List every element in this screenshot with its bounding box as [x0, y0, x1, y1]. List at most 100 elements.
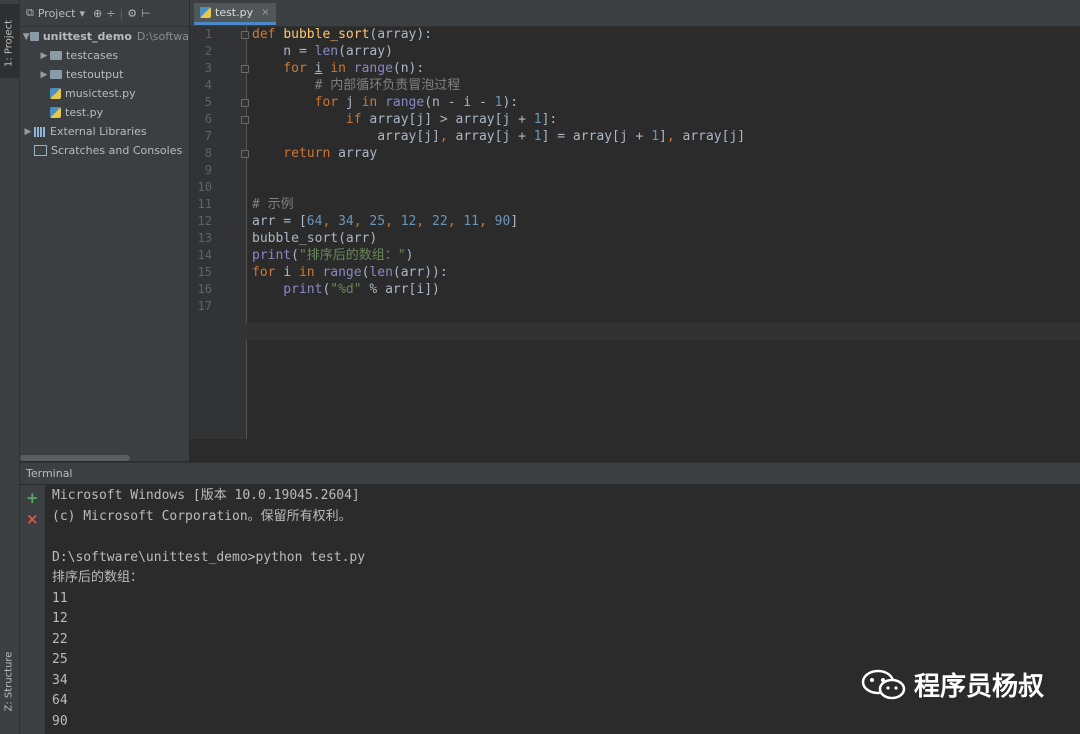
tree-item-external-libraries[interactable]: ▶ External Libraries — [20, 122, 189, 141]
terminal-line: D:\software\unittest_demo>python test.py — [52, 549, 366, 565]
tree-item-unittest-demo[interactable]: ▼ unittest_demo D:\softwa — [20, 27, 189, 46]
code-token: ] — [659, 129, 667, 144]
tree-item-testcases[interactable]: ▶ testcases — [20, 46, 189, 65]
close-icon[interactable]: × — [261, 7, 269, 18]
folder-icon — [30, 32, 39, 41]
project-panel: ⧉ Project ▾ ⊕ ÷ | ⚙ ⊢ ▼ unittest_demo D:\s… — [20, 0, 190, 461]
code-line[interactable]: # 内部循环负责冒泡过程 — [252, 77, 461, 94]
tab-test-py[interactable]: test.py × — [194, 3, 276, 25]
line-number: 6 — [204, 112, 212, 126]
collapse-icon[interactable]: ÷ — [106, 7, 115, 20]
project-tool-tab[interactable]: 1: Project — [0, 4, 19, 78]
line-number: 3 — [204, 61, 212, 75]
tree-item-scratches-and-consoles[interactable]: Scratches and Consoles — [20, 141, 189, 160]
toolbar-divider: | — [119, 6, 124, 20]
code-line[interactable]: for j in range(n - i - 1): — [252, 94, 519, 111]
code-token: "排序后的数组：" — [298, 248, 406, 263]
line-number: 5 — [204, 95, 212, 109]
terminal-line: 64 — [52, 693, 68, 708]
tree-item-label: unittest_demo — [42, 30, 132, 43]
code-line[interactable]: n = len(array) — [252, 43, 393, 60]
line-number: 8 — [204, 146, 212, 160]
tree-item-test-py[interactable]: test.py — [20, 103, 189, 122]
collapse-arrow-icon[interactable]: ▶ — [38, 51, 50, 61]
collapse-arrow-icon[interactable]: ▶ — [22, 127, 34, 137]
code-token: print — [252, 282, 323, 297]
code-token: (n - i - — [424, 95, 495, 110]
code-token: array[j] — [682, 129, 746, 144]
line-number: 9 — [204, 163, 212, 177]
code-token: for — [252, 61, 315, 76]
code-token: array — [338, 146, 378, 161]
expand-arrow-icon[interactable]: ▼ — [22, 32, 30, 42]
code-token: "%d" — [330, 282, 362, 297]
code-token: in — [322, 61, 354, 76]
code-token: (arr)): — [392, 265, 448, 280]
code-token: ( — [291, 248, 299, 263]
code-token: 64 — [306, 214, 323, 229]
code-line[interactable]: return array — [252, 145, 377, 162]
project-tool-tab-label: 1: Project — [3, 19, 15, 68]
code-token: return — [252, 146, 339, 161]
code-token: j — [345, 95, 362, 110]
code-token: ]: — [541, 112, 558, 127]
code-token: ] — [510, 214, 519, 229]
code-token: bubble_sort(arr) — [252, 231, 378, 246]
code-line[interactable]: for i in range(n): — [252, 60, 424, 77]
code-token: ] = array[j + — [541, 129, 652, 144]
project-view-selector[interactable]: Project — [38, 7, 76, 20]
close-terminal-icon[interactable]: × — [26, 511, 39, 527]
python-file-icon — [50, 107, 61, 118]
code-line[interactable]: print("排序后的数组：") — [252, 247, 413, 264]
line-number: 4 — [204, 78, 212, 92]
gear-icon[interactable]: ⚙ — [127, 7, 137, 20]
code-token: (array): — [369, 27, 433, 42]
project-panel-scrollbar[interactable] — [20, 455, 130, 461]
current-line-highlight — [246, 323, 1080, 340]
target-icon[interactable]: ⊕ — [93, 7, 102, 20]
terminal-toolbar: + × — [20, 485, 45, 734]
code-token: , — [447, 214, 464, 229]
editor-bottom-area — [190, 439, 1080, 461]
python-file-icon — [50, 88, 61, 99]
line-number: 12 — [197, 214, 212, 228]
line-number: 13 — [197, 231, 212, 245]
project-view-icon[interactable]: ⧉ — [26, 6, 34, 20]
code-line[interactable]: for i in range(len(arr)): — [252, 264, 448, 281]
code-line[interactable]: def bubble_sort(array): — [252, 26, 432, 43]
code-line[interactable]: bubble_sort(arr) — [252, 230, 377, 247]
code-editor[interactable]: def bubble_sort(array): n = len(array) f… — [246, 26, 1080, 439]
code-token: # 内部循环负责冒泡过程 — [252, 78, 461, 93]
tree-item-label: External Libraries — [50, 125, 147, 138]
structure-tool-tab[interactable]: Z: Structure — [4, 652, 15, 712]
code-token: i — [283, 265, 299, 280]
line-number: 14 — [197, 248, 212, 262]
code-line[interactable]: arr = [64, 34, 25, 12, 22, 11, 90] — [252, 213, 518, 230]
code-line[interactable]: array[j], array[j + 1] = array[j + 1], a… — [252, 128, 745, 145]
code-token: for — [252, 95, 346, 110]
code-token: range — [385, 95, 425, 110]
line-number: 17 — [197, 299, 212, 313]
code-token: , — [416, 214, 433, 229]
editor-tab-bar: test.py × — [190, 0, 1080, 27]
tree-item-testoutput[interactable]: ▶ testoutput — [20, 65, 189, 84]
code-token: 12 — [400, 214, 417, 229]
chevron-down-icon[interactable]: ▾ — [80, 7, 86, 20]
line-number: 15 — [197, 265, 212, 279]
line-number: 16 — [197, 282, 212, 296]
code-token: for — [252, 265, 284, 280]
tree-item-musictest-py[interactable]: musictest.py — [20, 84, 189, 103]
hide-icon[interactable]: ⊢ — [141, 7, 151, 20]
add-terminal-icon[interactable]: + — [26, 490, 39, 506]
code-token: , — [479, 214, 495, 229]
project-panel-header: ⧉ Project ▾ ⊕ ÷ | ⚙ ⊢ — [20, 0, 189, 27]
code-line[interactable]: if array[j] > array[j + 1]: — [252, 111, 557, 128]
code-line[interactable]: # 示例 — [252, 196, 294, 213]
code-line[interactable]: print("%d" % arr[i]) — [252, 281, 440, 298]
collapse-arrow-icon[interactable]: ▶ — [38, 70, 50, 80]
folder-icon — [50, 51, 62, 60]
terminal-line: 12 — [52, 611, 68, 626]
library-icon — [34, 126, 46, 137]
terminal-title: Terminal — [26, 467, 73, 480]
watermark-text: 程序员杨叔 — [914, 672, 1045, 702]
